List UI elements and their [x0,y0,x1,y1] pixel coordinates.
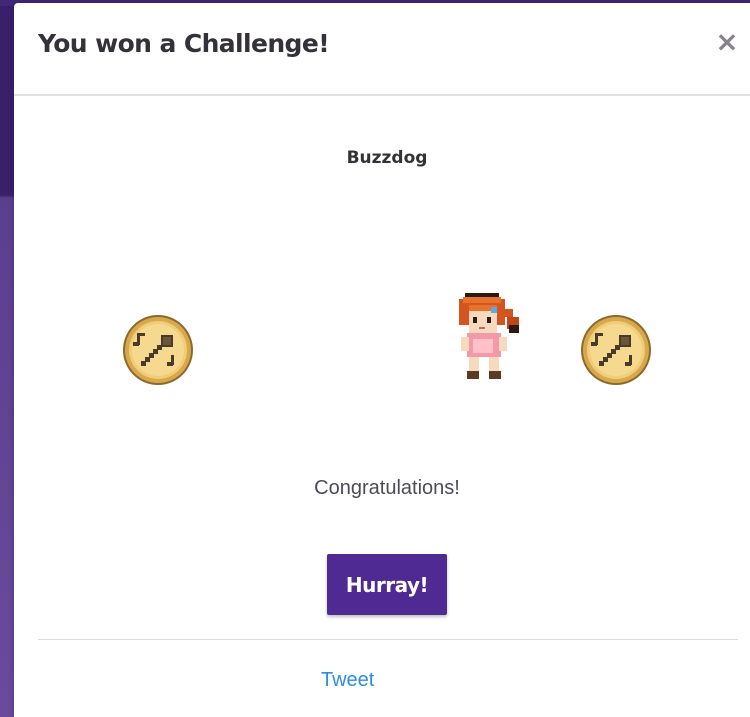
challenge-medal-icon [581,315,651,385]
challenge-name: Buzzdog [346,148,428,168]
tweet-link[interactable]: Tweet [321,669,374,692]
challenge-medal-icon [123,315,193,385]
hurray-button[interactable]: Hurray! [327,554,447,615]
modal-header: You won a Challenge! × [14,3,750,96]
congratulations-message: Congratulations! [314,477,460,499]
avatar-character-image [459,293,519,379]
footer-divider [38,639,738,640]
modal-title: You won a Challenge! [38,29,330,58]
challenge-won-modal: You won a Challenge! × Buzzdog Congratul… [14,3,750,717]
close-button[interactable]: × [714,27,740,57]
